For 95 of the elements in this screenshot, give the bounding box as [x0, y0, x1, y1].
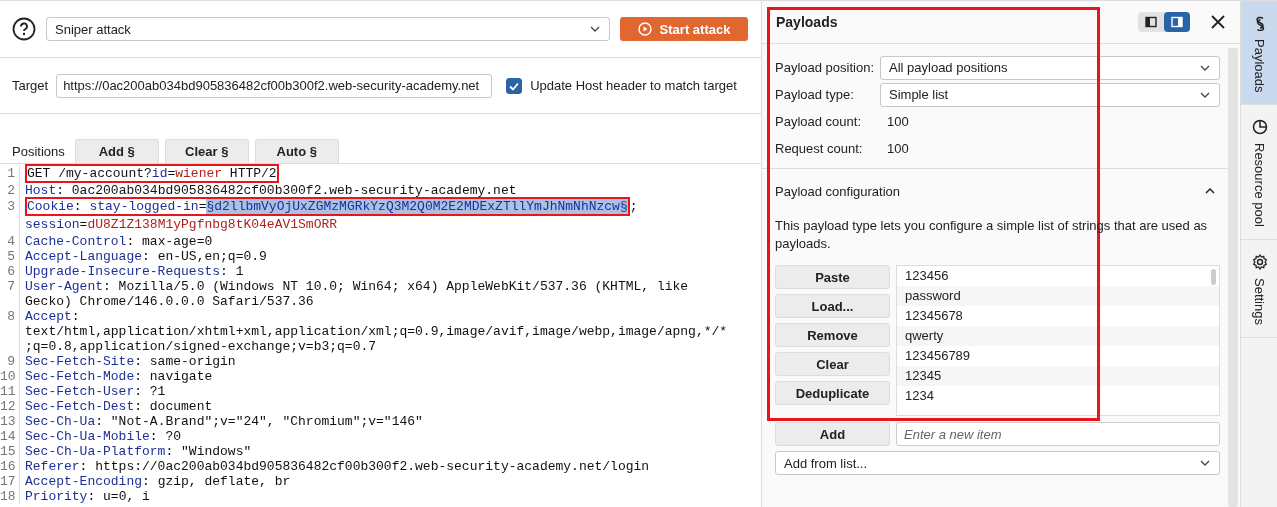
scrollbar[interactable] [1228, 48, 1238, 507]
parameter-name: session [25, 217, 80, 232]
layout-toggle-button[interactable] [1164, 12, 1190, 32]
list-item[interactable]: 12345678 [897, 306, 1219, 326]
line-number: 11 [0, 384, 20, 399]
new-item-field[interactable]: Enter a new item [896, 422, 1220, 446]
parameter-value: dU8Z1Z138M1yPgfnbg8tK04eAV1SmORR [87, 217, 338, 232]
add-from-list-dropdown[interactable]: Add from list... [775, 451, 1220, 475]
line-number: 14 [0, 429, 20, 444]
settings-icon [1251, 254, 1268, 271]
position-button[interactable]: Auto § [254, 139, 339, 163]
field-label: Payload position: [775, 60, 875, 75]
code-line: Sec-Fetch-Dest: document [24, 399, 214, 414]
line-number: 16 [0, 459, 20, 474]
list-item[interactable]: 1234 [897, 386, 1219, 406]
line-number: 4 [0, 234, 20, 249]
code-text: HTTP/2 [228, 166, 277, 181]
code-line: Accept: text/html,application/xhtml+xml,application/xml;q=0.9,image/avif,image/webp,image/apng,*/*;q=0.8,application/signed-exchange;v=b3;q=0.7 [24, 309, 729, 354]
side-tab[interactable]: Payloads [1241, 1, 1277, 106]
line-number: 12 [0, 399, 20, 414]
parameter-name: stay-logged-in [89, 199, 199, 214]
dropdown[interactable]: Simple list [880, 82, 1220, 107]
attack-type-dropdown[interactable]: Sniper attack [46, 17, 610, 41]
code-line: Sec-Ch-Ua-Platform: "Windows" [24, 444, 253, 459]
list-item[interactable]: qwerty [897, 326, 1219, 346]
code-line: Referer: https://0ac200ab034bd905836482cf00b300f2.web-security-academy.net/login [24, 459, 651, 474]
section-header[interactable]: Payload configuration [775, 169, 1220, 213]
line-number: 9 [0, 354, 20, 369]
right-pane-icon [1171, 16, 1183, 28]
list-button[interactable]: Clear [775, 352, 890, 376]
code-line: Sec-Ch-Ua-Mobile: ?0 [24, 429, 183, 444]
position-button[interactable]: Add § [74, 139, 159, 163]
list-button[interactable]: Remove [775, 323, 890, 347]
code-text: = [198, 199, 207, 214]
close-icon [1210, 14, 1226, 30]
code-line: Cache-Control: max-age=0 [24, 234, 214, 249]
left-pane-icon [1145, 16, 1157, 28]
code-line: Upgrade-Insecure-Requests: 1 [24, 264, 245, 279]
panel-title: Payloads [776, 14, 839, 30]
checkbox[interactable] [506, 77, 523, 94]
line-number: 1 [0, 165, 20, 183]
line-number: 8 [0, 309, 20, 354]
line-number: 6 [0, 264, 20, 279]
dropdown[interactable]: All payload positions [880, 55, 1220, 80]
code-line: Accept-Encoding: gzip, deflate, br [24, 474, 292, 489]
code-line: Accept-Language: en-US,en;q=0.9 [24, 249, 268, 264]
side-tab[interactable]: Settings [1241, 240, 1277, 339]
count-value: 100 [886, 114, 909, 129]
list-item[interactable]: password [897, 286, 1219, 306]
position-button[interactable]: Clear § [164, 139, 249, 163]
parameter-value: wiener [175, 166, 223, 181]
list-item[interactable]: 123456 [897, 266, 1219, 286]
code-line: Sec-Ch-Ua: "Not-A.Brand";v="24", "Chromium";v="146" [24, 414, 424, 429]
line-number: 17 [0, 474, 20, 489]
count-value: 100 [886, 141, 909, 156]
line-number: 7 [0, 279, 20, 309]
line-number: 3 [0, 198, 20, 234]
checkbox-label: Update Host header to match target [530, 78, 737, 93]
play-icon [637, 22, 652, 36]
list-item[interactable]: 123456789 [897, 346, 1219, 366]
scrollbar-thumb[interactable] [1211, 269, 1216, 285]
line-number: 18 [0, 489, 20, 504]
line-number: 13 [0, 414, 20, 429]
line-number: 15 [0, 444, 20, 459]
code-text: = [79, 217, 88, 232]
code-text: GET /my-account? [27, 166, 152, 181]
target-field[interactable]: https://0ac200ab034bd905836482cf00b300f2.web-security-academy.net [56, 73, 493, 98]
list-button[interactable]: Deduplicate [775, 381, 890, 405]
side-tab[interactable]: Resource pool [1241, 105, 1277, 241]
add-button[interactable]: Add [775, 422, 890, 446]
list-button[interactable]: Load... [775, 294, 890, 318]
list-item[interactable]: 12345 [897, 366, 1219, 386]
field-label: Payload count: [775, 114, 862, 129]
code-line: Priority: u=0, i [24, 489, 151, 504]
code-line: Host: 0ac200ab034bd905836482cf00b300f2.web-security-academy.net [24, 183, 518, 198]
parameter-name: id [151, 166, 168, 181]
header-name: Cookie [27, 199, 74, 214]
target-label: Target [12, 78, 49, 93]
code-text: = [167, 166, 176, 181]
code-line: Sec-Fetch-User: ?1 [24, 384, 167, 399]
field-label: Request count: [775, 141, 864, 156]
line-number: 2 [0, 183, 20, 198]
field-label: Payload type: [775, 87, 855, 102]
positions-label: Positions [12, 144, 65, 161]
code-line: User-Agent: Mozilla/5.0 (Windows NT 10.0; Win64; x64) AppleWebKit/537.36 (KHTML, like Gecko) Chrome/146.0.0.0 Safari/537.36 [24, 279, 690, 309]
pie-chart-icon [1251, 119, 1268, 136]
code-line: Sec-Fetch-Mode: navigate [24, 369, 214, 384]
line-number: 10 [0, 369, 20, 384]
line-number: 5 [0, 249, 20, 264]
code-text: ; [629, 199, 639, 214]
code-line: Sec-Fetch-Site: same-origin [24, 354, 237, 369]
help-icon [12, 17, 36, 41]
code-text: : [73, 199, 83, 214]
payload-marker: §d2llbmVyOjUxZGMzMGRkYzQ3M2Q0M2E2MDExZTllYmJhNmNhNzcw§ [206, 199, 628, 214]
list-button[interactable]: Paste [775, 265, 890, 289]
